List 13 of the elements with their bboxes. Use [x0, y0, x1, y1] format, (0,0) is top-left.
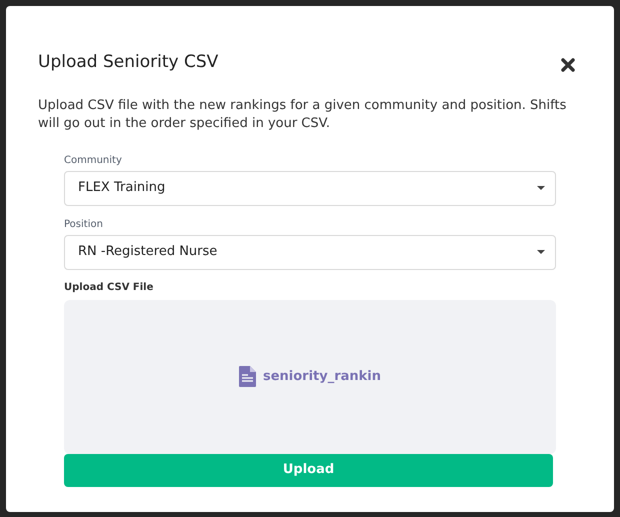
- file-name: seniority_rankin: [262, 368, 382, 386]
- document-icon: [238, 366, 256, 387]
- caret-icon: [537, 250, 545, 254]
- close-icon[interactable]: [560, 56, 576, 73]
- file-dropzone[interactable]: seniority_rankin: [64, 300, 556, 454]
- field-label: Position: [64, 218, 104, 232]
- dialog-description: Upload CSV file with the new rankings for a given community and position. Shifts will go out in the order specified in your CSV.: [38, 96, 568, 132]
- field-label: Upload CSV File: [64, 280, 154, 294]
- select-field[interactable]: RN -Registered Nurse: [64, 234, 556, 270]
- field-label: Community: [64, 154, 123, 168]
- caret-icon: [537, 186, 545, 190]
- select-field[interactable]: FLEX Training: [64, 170, 556, 206]
- dialog-title: Upload Seniority CSV: [38, 51, 218, 74]
